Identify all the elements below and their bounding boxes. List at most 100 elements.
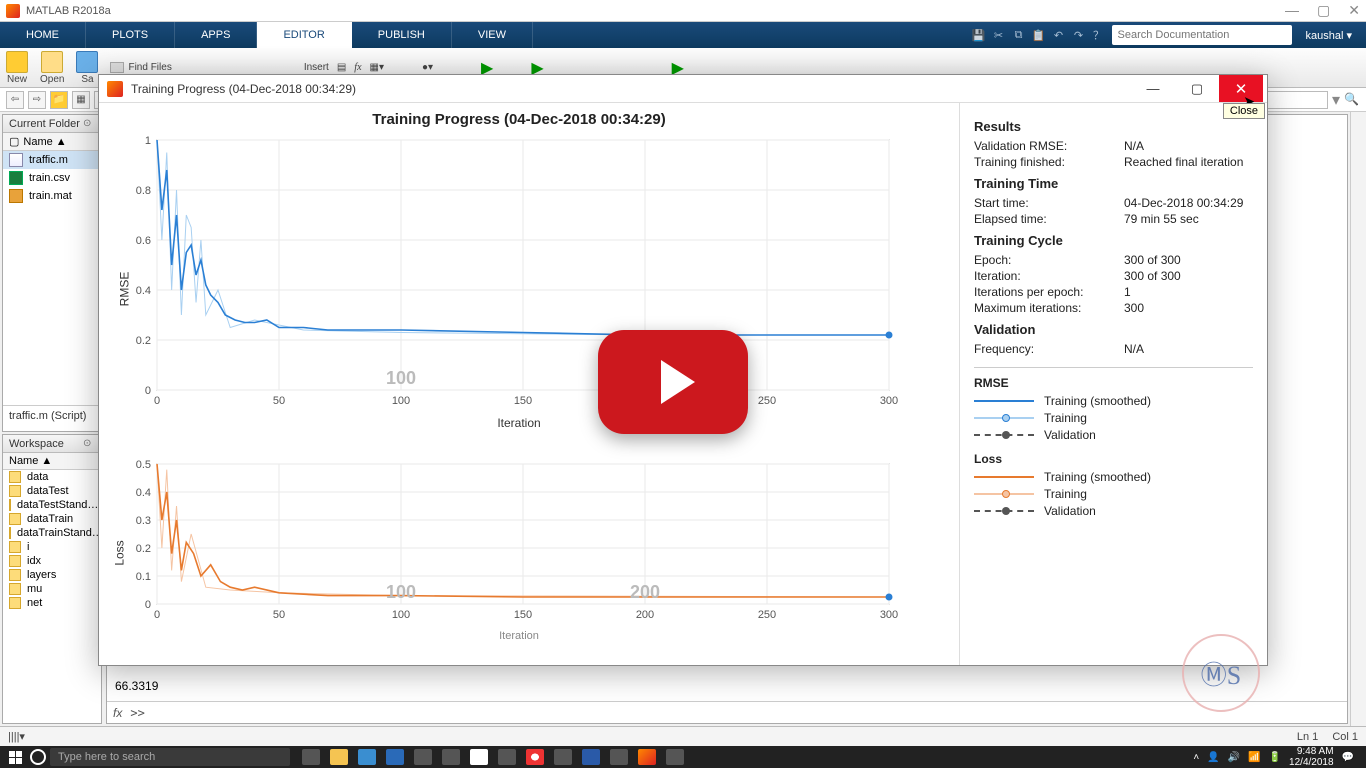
app-icon[interactable] [414,749,432,765]
dialog-close-button[interactable]: ✕ ➤ Close [1219,75,1263,102]
validation-heading: Validation [974,322,1253,337]
start-button[interactable] [4,748,26,766]
svg-text:0: 0 [154,395,160,407]
workspace-variable[interactable]: net [3,596,101,610]
matlab-taskbar-icon[interactable] [638,749,656,765]
workspace-name-column[interactable]: Name ▲ [3,453,101,470]
tab-view[interactable]: VIEW [452,22,533,48]
breakpoint-icon[interactable]: ●▾ [422,62,433,73]
file-name-column[interactable]: ▢ Name ▲ [3,133,101,151]
taskbar-search-input[interactable]: Type here to search [50,748,290,766]
edge-icon[interactable] [386,749,404,765]
dialog-maximize-button[interactable]: ▢ [1175,75,1219,102]
file-item[interactable]: traffic.m [3,151,101,169]
photos-icon[interactable] [610,749,628,765]
user-menu[interactable]: kaushal ▾ [1298,29,1361,42]
svg-text:100: 100 [386,582,416,602]
svg-text:0: 0 [145,599,151,611]
svg-text:0.3: 0.3 [136,515,151,527]
redo-icon[interactable]: ↷ [1072,28,1086,42]
minimize-icon[interactable]: — [1285,2,1299,19]
app-icon[interactable] [442,749,460,765]
workspace-variable[interactable]: dataTrainStand… [3,526,101,540]
open-button[interactable]: Open [40,51,64,85]
notifications-icon[interactable]: 💬 [1342,752,1354,763]
chart-title: Training Progress (04-Dec-2018 00:34:29) [109,111,929,128]
matlab-logo-icon [107,81,123,97]
task-view-icon[interactable] [302,749,320,765]
copy-icon[interactable]: ⧉ [1012,28,1026,42]
training-cycle-heading: Training Cycle [974,233,1253,248]
help-icon[interactable]: ？ [1092,28,1106,42]
tab-editor[interactable]: EDITOR [257,22,351,48]
tab-apps[interactable]: APPS [175,22,257,48]
find-files-button[interactable]: Find Files [110,62,171,73]
workspace-variable[interactable]: i [3,540,101,554]
close-icon[interactable]: ✕ [1348,2,1360,19]
workspace-variable[interactable]: layers [3,568,101,582]
svg-text:0.1: 0.1 [136,571,151,583]
system-clock[interactable]: 9:48 AM 12/4/2018 [1289,746,1334,768]
tab-home[interactable]: HOME [0,22,86,48]
maximize-icon[interactable]: ▢ [1317,2,1330,19]
workspace-variable[interactable]: dataTrain [3,512,101,526]
workspace-variable[interactable]: dataTestStand… [3,498,101,512]
app-icon[interactable] [470,749,488,765]
fx-icon[interactable]: fx [113,706,122,720]
windows-taskbar: Type here to search ˄ 👤 🔊 📶 🔋 9:48 AM 12… [0,746,1366,768]
undo-icon[interactable]: ↶ [1052,28,1066,42]
training-time-heading: Training Time [974,176,1253,191]
insert-fx-icon[interactable]: fx [354,62,361,73]
nav-fwd-icon[interactable]: ⇨ [28,91,46,109]
tab-publish[interactable]: PUBLISH [352,22,452,48]
mail-icon[interactable] [554,749,572,765]
insert-section-icon[interactable]: ▤ [337,62,346,73]
word-icon[interactable] [582,749,600,765]
file-item[interactable]: train.mat [3,187,101,205]
xlabel: Iteration [109,416,929,430]
svg-text:0: 0 [154,609,160,621]
workspace-variable[interactable]: idx [3,554,101,568]
file-item[interactable]: train.csv [3,169,101,187]
dialog-title: Training Progress (04-Dec-2018 00:34:29) [131,82,356,96]
tray-up-icon[interactable]: ˄ [1193,752,1199,763]
svg-text:0: 0 [145,385,151,397]
nav-browse-icon[interactable]: ▦ [72,91,90,109]
path-search-icon[interactable]: 🔍 [1344,92,1360,108]
tray-battery-icon[interactable]: 🔋 [1269,752,1281,763]
panel-minimize-icon[interactable]: ⊙ [83,118,95,130]
insert-misc-icon[interactable]: ▦▾ [370,62,384,73]
dialog-minimize-button[interactable]: — [1131,75,1175,102]
results-heading: Results [974,119,1253,134]
svg-text:100: 100 [392,395,410,407]
save-button[interactable]: Sa [76,51,98,85]
nav-back-icon[interactable]: ⇦ [6,91,24,109]
app-icon[interactable] [498,749,516,765]
tray-people-icon[interactable]: 👤 [1207,752,1219,763]
workspace-variable[interactable]: dataTest [3,484,101,498]
tray-volume-icon[interactable]: 🔊 [1228,752,1240,763]
chrome-icon[interactable] [526,749,544,765]
paste-icon[interactable]: 📋 [1032,28,1046,42]
workspace-variable[interactable]: mu [3,582,101,596]
watermark-logo-icon: ⓂS [1182,634,1260,712]
command-prompt[interactable]: >> [130,706,144,720]
current-folder-header: Current Folder ⊙ [3,115,101,133]
video-play-button[interactable] [598,330,748,434]
svg-text:0.8: 0.8 [136,185,151,197]
save-icon[interactable]: 💾 [972,28,986,42]
cortana-icon[interactable] [30,749,46,765]
app-icon[interactable] [666,749,684,765]
nav-up-icon[interactable]: 📁 [50,91,68,109]
workspace-variable[interactable]: data [3,470,101,484]
cut-icon[interactable]: ✂ [992,28,1006,42]
tray-wifi-icon[interactable]: 📶 [1248,752,1260,763]
tab-plots[interactable]: PLOTS [86,22,175,48]
search-documentation-input[interactable] [1112,25,1292,45]
svg-text:150: 150 [514,609,532,621]
new-button[interactable]: New [6,51,28,85]
svg-text:150: 150 [514,395,532,407]
explorer-icon[interactable] [330,749,348,765]
panel-minimize-icon[interactable]: ⊙ [83,438,95,450]
store-icon[interactable] [358,749,376,765]
